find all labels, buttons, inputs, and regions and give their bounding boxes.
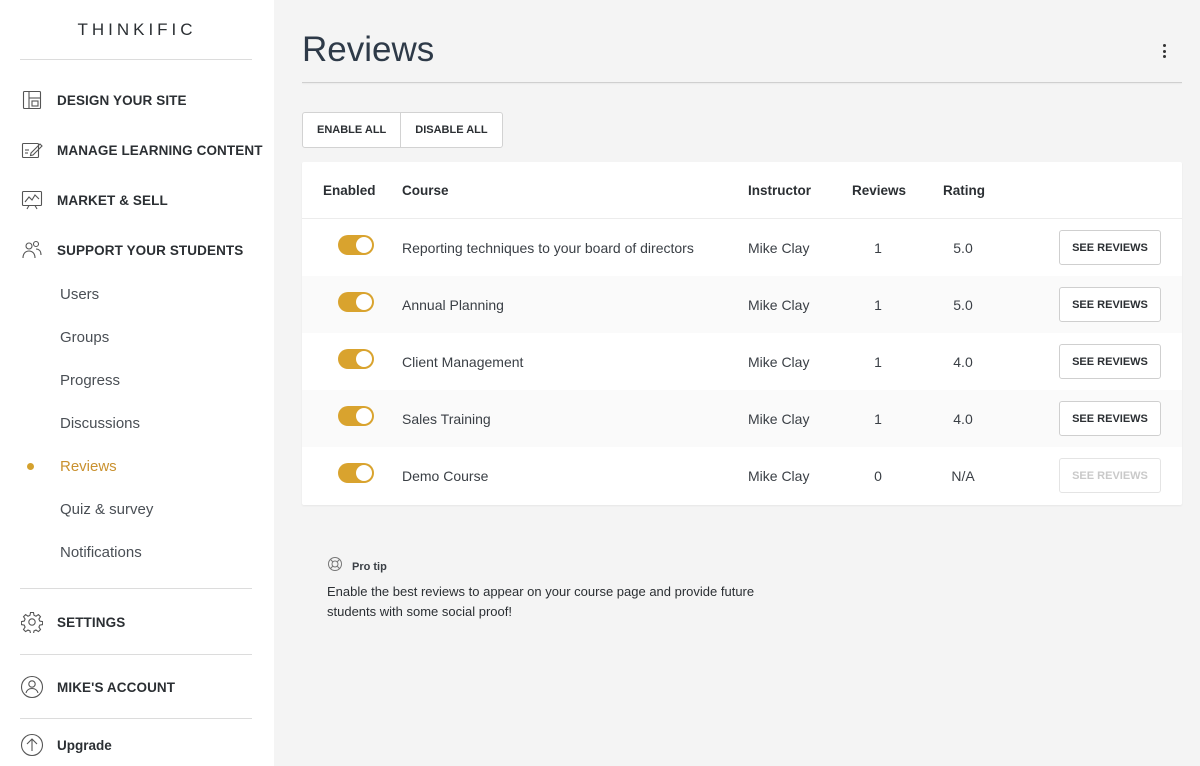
table-row: Annual Planning Mike Clay 1 5.0 SEE REVI… [302, 276, 1182, 333]
rating-value: 4.0 [953, 353, 973, 370]
course-name: Sales Training [402, 410, 491, 427]
sidebar-item-reviews[interactable]: Reviews [60, 458, 117, 475]
sidebar-item-users[interactable]: Users [60, 286, 99, 303]
see-reviews-button[interactable]: SEE REVIEWS [1059, 401, 1161, 436]
nav-label: SETTINGS [57, 614, 126, 630]
instructor-name: Mike Clay [748, 467, 810, 484]
nav-label: DESIGN YOUR SITE [57, 92, 187, 108]
enable-all-button[interactable]: ENABLE ALL [303, 113, 400, 147]
chart-icon [20, 188, 44, 212]
enabled-toggle[interactable] [338, 406, 374, 426]
arrow-up-circle-icon [20, 733, 44, 757]
review-count: 1 [874, 353, 882, 370]
course-name: Annual Planning [402, 296, 504, 313]
pro-tip-header: Pro tip [327, 556, 387, 577]
see-reviews-button: SEE REVIEWS [1059, 458, 1161, 493]
see-reviews-button[interactable]: SEE REVIEWS [1059, 287, 1161, 322]
enabled-toggle[interactable] [338, 349, 374, 369]
layout-icon [20, 88, 44, 112]
rating-value: 5.0 [953, 239, 973, 256]
nav-support-your-students[interactable]: SUPPORT YOUR STUDENTS [20, 238, 243, 262]
course-name: Demo Course [402, 467, 489, 484]
nav-settings[interactable]: SETTINGS [20, 610, 125, 634]
nav-upgrade[interactable]: Upgrade [20, 733, 112, 757]
sidebar-item-quiz-survey[interactable]: Quiz & survey [60, 501, 153, 518]
lifebuoy-icon [327, 556, 343, 577]
divider [20, 59, 252, 60]
rating-value: N/A [951, 467, 975, 484]
course-name: Client Management [402, 353, 524, 370]
sidebar-item-groups[interactable]: Groups [60, 329, 109, 346]
enabled-toggle[interactable] [338, 292, 374, 312]
divider [20, 588, 252, 589]
rating-value: 5.0 [953, 296, 973, 313]
nav-label: MARKET & SELL [57, 192, 168, 208]
instructor-name: Mike Clay [748, 353, 810, 370]
rating-value: 4.0 [953, 410, 973, 427]
column-header-rating: Rating [943, 183, 985, 198]
column-header-instructor: Instructor [748, 183, 812, 198]
kebab-menu-icon[interactable] [1156, 40, 1172, 62]
enabled-toggle[interactable] [338, 463, 374, 483]
column-header-reviews: Reviews [852, 183, 907, 198]
table-row: Sales Training Mike Clay 1 4.0 SEE REVIE… [302, 390, 1182, 447]
review-count: 1 [874, 239, 882, 256]
review-count: 0 [874, 467, 882, 484]
pro-tip-label: Pro tip [352, 560, 387, 573]
disable-all-button[interactable]: DISABLE ALL [400, 113, 501, 147]
pro-tip-text: Enable the best reviews to appear on you… [327, 584, 755, 619]
nav-label: Upgrade [57, 737, 112, 753]
nav-manage-learning-content[interactable]: MANAGE LEARNING CONTENT [20, 138, 263, 162]
review-count: 1 [874, 296, 882, 313]
bulk-actions: ENABLE ALL DISABLE ALL [302, 112, 503, 148]
instructor-name: Mike Clay [748, 296, 810, 313]
title-divider [302, 82, 1182, 83]
sidebar-item-discussions[interactable]: Discussions [60, 415, 140, 432]
nav-market-and-sell[interactable]: MARKET & SELL [20, 188, 168, 212]
divider [20, 718, 252, 719]
column-header-enabled: Enabled [323, 183, 376, 198]
sidebar-item-progress[interactable]: Progress [60, 372, 120, 389]
reviews-table: Enabled Course Instructor Reviews Rating… [302, 162, 1182, 505]
nav-label: SUPPORT YOUR STUDENTS [57, 242, 244, 258]
nav-label: MANAGE LEARNING CONTENT [57, 142, 263, 158]
nav-account[interactable]: MIKE'S ACCOUNT [20, 675, 175, 699]
divider [20, 654, 252, 655]
instructor-name: Mike Clay [748, 239, 810, 256]
see-reviews-button[interactable]: SEE REVIEWS [1059, 230, 1161, 265]
course-name: Reporting techniques to your board of di… [402, 239, 694, 256]
table-row: Client Management Mike Clay 1 4.0 SEE RE… [302, 333, 1182, 390]
instructor-name: Mike Clay [748, 410, 810, 427]
enabled-toggle[interactable] [338, 235, 374, 255]
see-reviews-button[interactable]: SEE REVIEWS [1059, 344, 1161, 379]
table-row: Reporting techniques to your board of di… [302, 219, 1182, 276]
table-row: Demo Course Mike Clay 0 N/A SEE REVIEWS [302, 447, 1182, 504]
nav-label: MIKE'S ACCOUNT [57, 679, 176, 695]
user-circle-icon [20, 675, 44, 699]
active-indicator [27, 463, 34, 470]
sidebar-item-notifications[interactable]: Notifications [60, 544, 142, 561]
review-count: 1 [874, 410, 882, 427]
nav-design-your-site[interactable]: DESIGN YOUR SITE [20, 88, 187, 112]
users-icon [20, 238, 44, 262]
brand-logo[interactable]: THINKIFIC [0, 20, 274, 40]
column-header-course: Course [402, 183, 449, 198]
gear-icon [20, 610, 44, 634]
sidebar: THINKIFIC DESIGN YOUR SITE MANAGE LEARNI… [0, 0, 274, 766]
edit-icon [20, 138, 44, 162]
page-title: Reviews [302, 30, 435, 69]
